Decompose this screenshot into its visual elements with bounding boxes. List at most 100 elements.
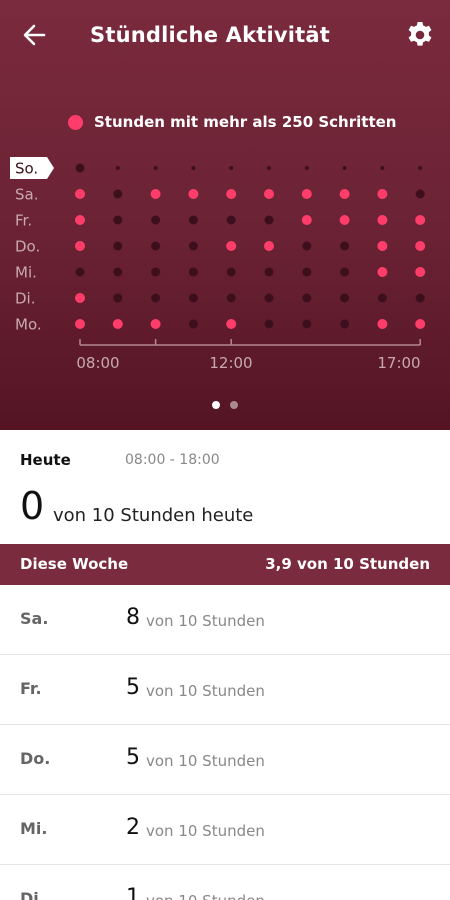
active-hour-dot <box>301 215 312 225</box>
inactive-hour-dot <box>226 215 236 225</box>
top-bar: Stündliche Aktivität <box>0 0 450 70</box>
inactive-hour-dot <box>115 166 120 170</box>
list-item[interactable]: Fr. 5 von 10 Stunden <box>0 655 450 725</box>
inactive-hour-dot <box>113 293 123 303</box>
active-hour-dot <box>377 267 388 277</box>
active-hour-dot <box>226 241 237 251</box>
inactive-hour-dot <box>340 267 350 277</box>
active-hour-dot <box>377 189 388 199</box>
active-hour-dot <box>226 319 237 329</box>
day-name: Do. <box>20 749 51 768</box>
inactive-hour-dot <box>264 293 274 303</box>
active-hour-dot <box>226 189 237 199</box>
inactive-hour-dot <box>226 267 236 277</box>
day-name: Fr. <box>20 679 42 698</box>
inactive-hour-dot <box>188 293 198 303</box>
page-dot-active[interactable] <box>212 401 220 409</box>
day-count: 5 <box>126 675 140 700</box>
inactive-hour-dot <box>191 166 196 170</box>
day-list: Sa. 8 von 10 Stunden Fr. 5 von 10 Stunde… <box>0 585 450 900</box>
active-hour-dot <box>339 215 350 225</box>
active-hour-dot <box>415 319 426 329</box>
inactive-hour-dot <box>151 267 161 277</box>
inactive-hour-dot <box>151 293 161 303</box>
inactive-hour-dot <box>151 215 161 225</box>
inactive-hour-dot <box>226 293 236 303</box>
inactive-hour-dot <box>188 215 198 225</box>
active-hour-dot <box>377 215 388 225</box>
row-label: Mi. <box>15 264 37 282</box>
active-hour-dot <box>377 241 388 251</box>
page-dot[interactable] <box>230 401 238 409</box>
day-suffix: von 10 Stunden <box>146 892 265 900</box>
inactive-hour-dot <box>113 215 123 225</box>
inactive-hour-dot <box>153 166 158 170</box>
active-hour-dot <box>150 319 161 329</box>
inactive-hour-dot <box>267 166 271 170</box>
hourly-activity-chart: So. Sa. Fr. Do. Mi. Di. Mo. 08:00 12:00 17:00 <box>10 157 426 372</box>
back-button[interactable] <box>20 20 50 50</box>
day-count: 5 <box>126 745 140 770</box>
active-hour-dot <box>188 189 199 199</box>
day-suffix: von 10 Stunden <box>146 752 265 770</box>
day-name: Mi. <box>20 819 48 838</box>
active-hour-dot <box>112 319 123 329</box>
inactive-hour-dot <box>113 241 123 251</box>
day-count: 8 <box>126 605 140 630</box>
day-name: Di. <box>20 889 45 900</box>
inactive-hour-dot <box>264 267 274 277</box>
day-suffix: von 10 Stunden <box>146 822 265 840</box>
active-hour-dot <box>339 189 350 199</box>
active-hour-dot <box>377 319 388 329</box>
row-label: Sa. <box>15 186 38 204</box>
active-hour-dot <box>415 215 426 225</box>
today-time-range: 08:00 - 18:00 <box>125 452 220 468</box>
active-hour-dot <box>301 189 312 199</box>
day-suffix: von 10 Stunden <box>146 682 265 700</box>
active-hour-dot <box>415 241 426 251</box>
row-label: Do. <box>15 238 40 256</box>
active-hour-dot <box>75 319 85 329</box>
inactive-hour-dot <box>415 189 425 199</box>
active-hour-dot <box>75 215 85 225</box>
settings-button[interactable] <box>404 19 436 51</box>
page-indicator <box>212 401 238 409</box>
inactive-hour-dot <box>229 166 234 170</box>
inactive-hour-dot <box>188 319 198 329</box>
active-hour-dot <box>75 189 85 199</box>
today-label: Heute <box>20 451 71 469</box>
list-item[interactable]: Mi. 2 von 10 Stunden <box>0 795 450 865</box>
row-label: Mo. <box>15 316 42 334</box>
inactive-hour-dot <box>377 293 387 303</box>
inactive-hour-dot <box>75 267 85 277</box>
inactive-hour-dot <box>342 166 347 170</box>
list-item[interactable]: Di. 1 von 10 Stunden <box>0 865 450 900</box>
day-count: 1 <box>126 885 140 900</box>
inactive-hour-dot <box>380 166 385 170</box>
inactive-hour-dot <box>113 189 123 199</box>
row-label: Di. <box>15 290 36 308</box>
active-hour-dot <box>75 241 85 251</box>
inactive-hour-dot <box>340 241 350 251</box>
week-total: 3,9 von 10 Stunden <box>265 555 430 573</box>
chart-legend: Stunden mit mehr als 250 Schritten <box>68 111 396 133</box>
gear-icon <box>408 22 432 46</box>
hero-panel: Stündliche Aktivität Stunden mit mehr al… <box>0 0 450 430</box>
legend-dot <box>68 114 83 130</box>
list-item[interactable]: Sa. 8 von 10 Stunden <box>0 585 450 655</box>
day-suffix: von 10 Stunden <box>146 612 265 630</box>
legend-label: Stunden mit mehr als 250 Schritten <box>94 113 397 131</box>
row-label: Fr. <box>15 212 32 230</box>
arrow-left-icon <box>23 24 46 46</box>
active-hour-dot <box>415 267 426 277</box>
page-title: Stündliche Aktivität <box>90 23 331 47</box>
x-tick-label: 17:00 <box>377 354 420 372</box>
x-tick-label: 08:00 <box>76 354 119 372</box>
inactive-hour-dot <box>188 241 198 251</box>
inactive-hour-dot <box>75 163 85 173</box>
inactive-hour-dot <box>304 166 309 170</box>
week-label: Diese Woche <box>20 555 129 573</box>
inactive-hour-dot <box>418 166 423 170</box>
today-value: 0 <box>20 484 45 528</box>
list-item[interactable]: Do. 5 von 10 Stunden <box>0 725 450 795</box>
